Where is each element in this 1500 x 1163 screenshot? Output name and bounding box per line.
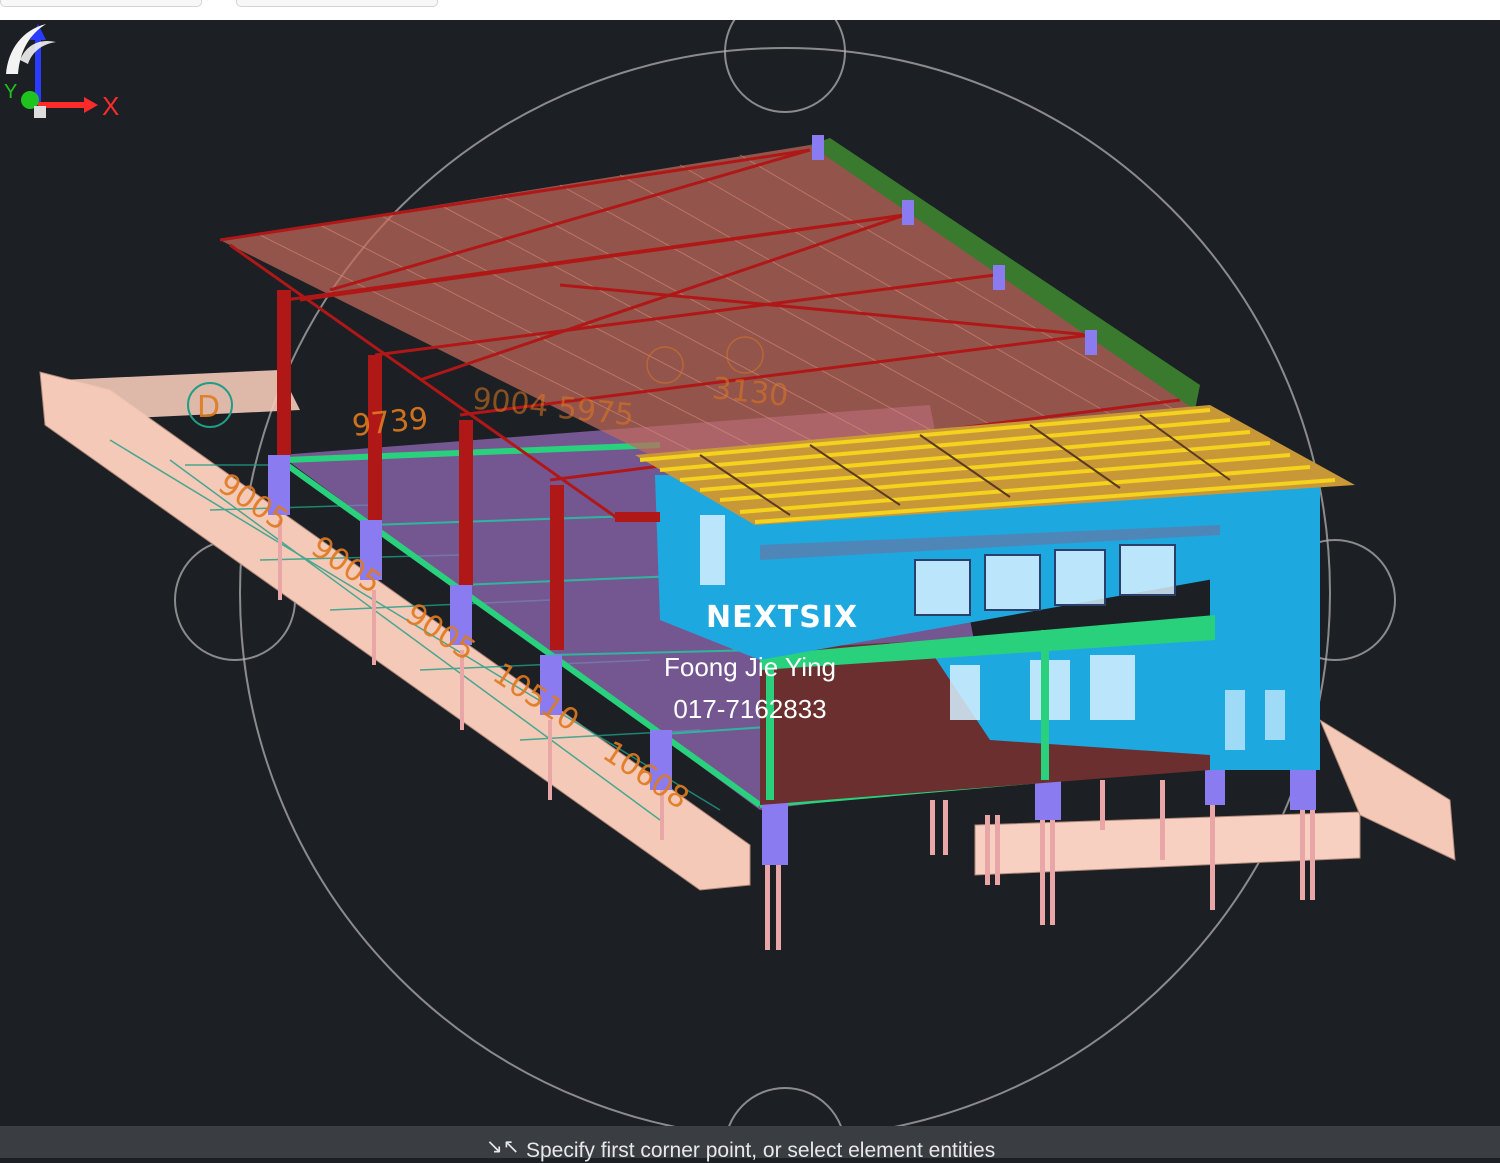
tab-2[interactable] <box>236 0 438 7</box>
model-viewport[interactable]: D 9739 9004 5975 3130 9005 9005 9005 105… <box>0 20 1500 1126</box>
model-3d-drawing <box>39 20 1456 1126</box>
orbit-handle-top <box>724 20 846 113</box>
watermark-brand: NEXTSIX <box>706 600 859 635</box>
watermark-name: Foong Jie Ying <box>663 652 836 682</box>
ground-beam-back <box>60 370 300 420</box>
grid-label-d: D <box>197 390 221 425</box>
orbit-handle-bottom <box>728 1087 842 1126</box>
svg-text:Y: Y <box>4 81 17 103</box>
tab-1[interactable] <box>0 0 202 7</box>
title-bar <box>0 0 1500 20</box>
nextsix-logo-icon <box>6 24 56 74</box>
cursor-arrows-icon: ↘↖ <box>486 1134 520 1158</box>
svg-text:X: X <box>102 91 119 121</box>
command-prompt: Specify first corner point, or select el… <box>526 1139 996 1162</box>
watermark-phone: 017-7162833 <box>673 694 827 724</box>
